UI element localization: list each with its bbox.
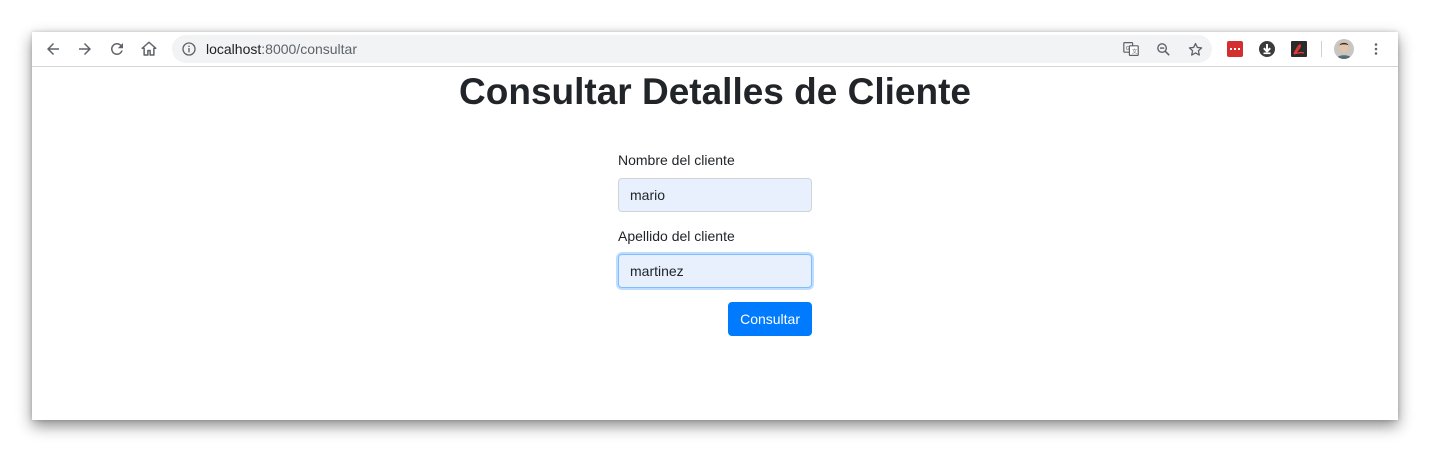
forward-button[interactable] — [73, 37, 97, 61]
page-title: Consultar Detalles de Cliente — [459, 71, 971, 112]
form-actions: Consultar — [618, 302, 812, 336]
pdf-extension-icon[interactable] — [1290, 40, 1308, 58]
three-dot-menu-icon — [1374, 43, 1378, 55]
download-extension-icon[interactable] — [1258, 40, 1276, 58]
avatar-icon — [1336, 42, 1352, 59]
back-button[interactable] — [41, 37, 65, 61]
arrow-right-icon — [79, 43, 91, 55]
url-text[interactable]: localhost:8000/consultar — [206, 41, 357, 57]
toolbar-separator — [1321, 41, 1322, 57]
red-extension-icon[interactable] — [1226, 40, 1244, 58]
reload-icon — [110, 42, 123, 55]
browser-toolbar: localhost:8000/consultar G文 — [32, 32, 1398, 67]
info-icon[interactable] — [181, 41, 197, 57]
last-name-label: Apellido del cliente — [618, 228, 735, 244]
last-name-input[interactable] — [618, 254, 812, 288]
home-icon — [141, 41, 157, 56]
url-host: localhost — [206, 41, 262, 57]
reload-button[interactable] — [105, 37, 129, 61]
bookmark-button[interactable] — [1186, 40, 1204, 58]
first-name-label: Nombre del cliente — [618, 152, 735, 168]
profile-avatar[interactable] — [1334, 39, 1354, 59]
arrow-left-icon — [47, 43, 59, 55]
client-lookup-form: Nombre del cliente Apellido del cliente … — [618, 150, 812, 336]
page-content: Consultar Detalles de Cliente Nombre del… — [32, 68, 1398, 420]
translate-icon: G文 — [1123, 42, 1139, 56]
star-icon — [1188, 42, 1202, 56]
zoom-button[interactable] — [1154, 40, 1172, 58]
browser-window: localhost:8000/consultar G文 Consultar De… — [32, 32, 1398, 420]
url-path: :8000/consultar — [261, 41, 357, 57]
consultar-button[interactable]: Consultar — [728, 302, 812, 336]
svg-text:G: G — [1126, 46, 1130, 52]
home-button[interactable] — [137, 37, 161, 61]
address-bar[interactable]: localhost:8000/consultar G文 — [172, 35, 1212, 63]
translate-button[interactable]: G文 — [1122, 40, 1140, 58]
browser-menu-button[interactable] — [1364, 37, 1388, 61]
first-name-input[interactable] — [618, 178, 812, 212]
zoom-out-icon — [1156, 42, 1170, 56]
